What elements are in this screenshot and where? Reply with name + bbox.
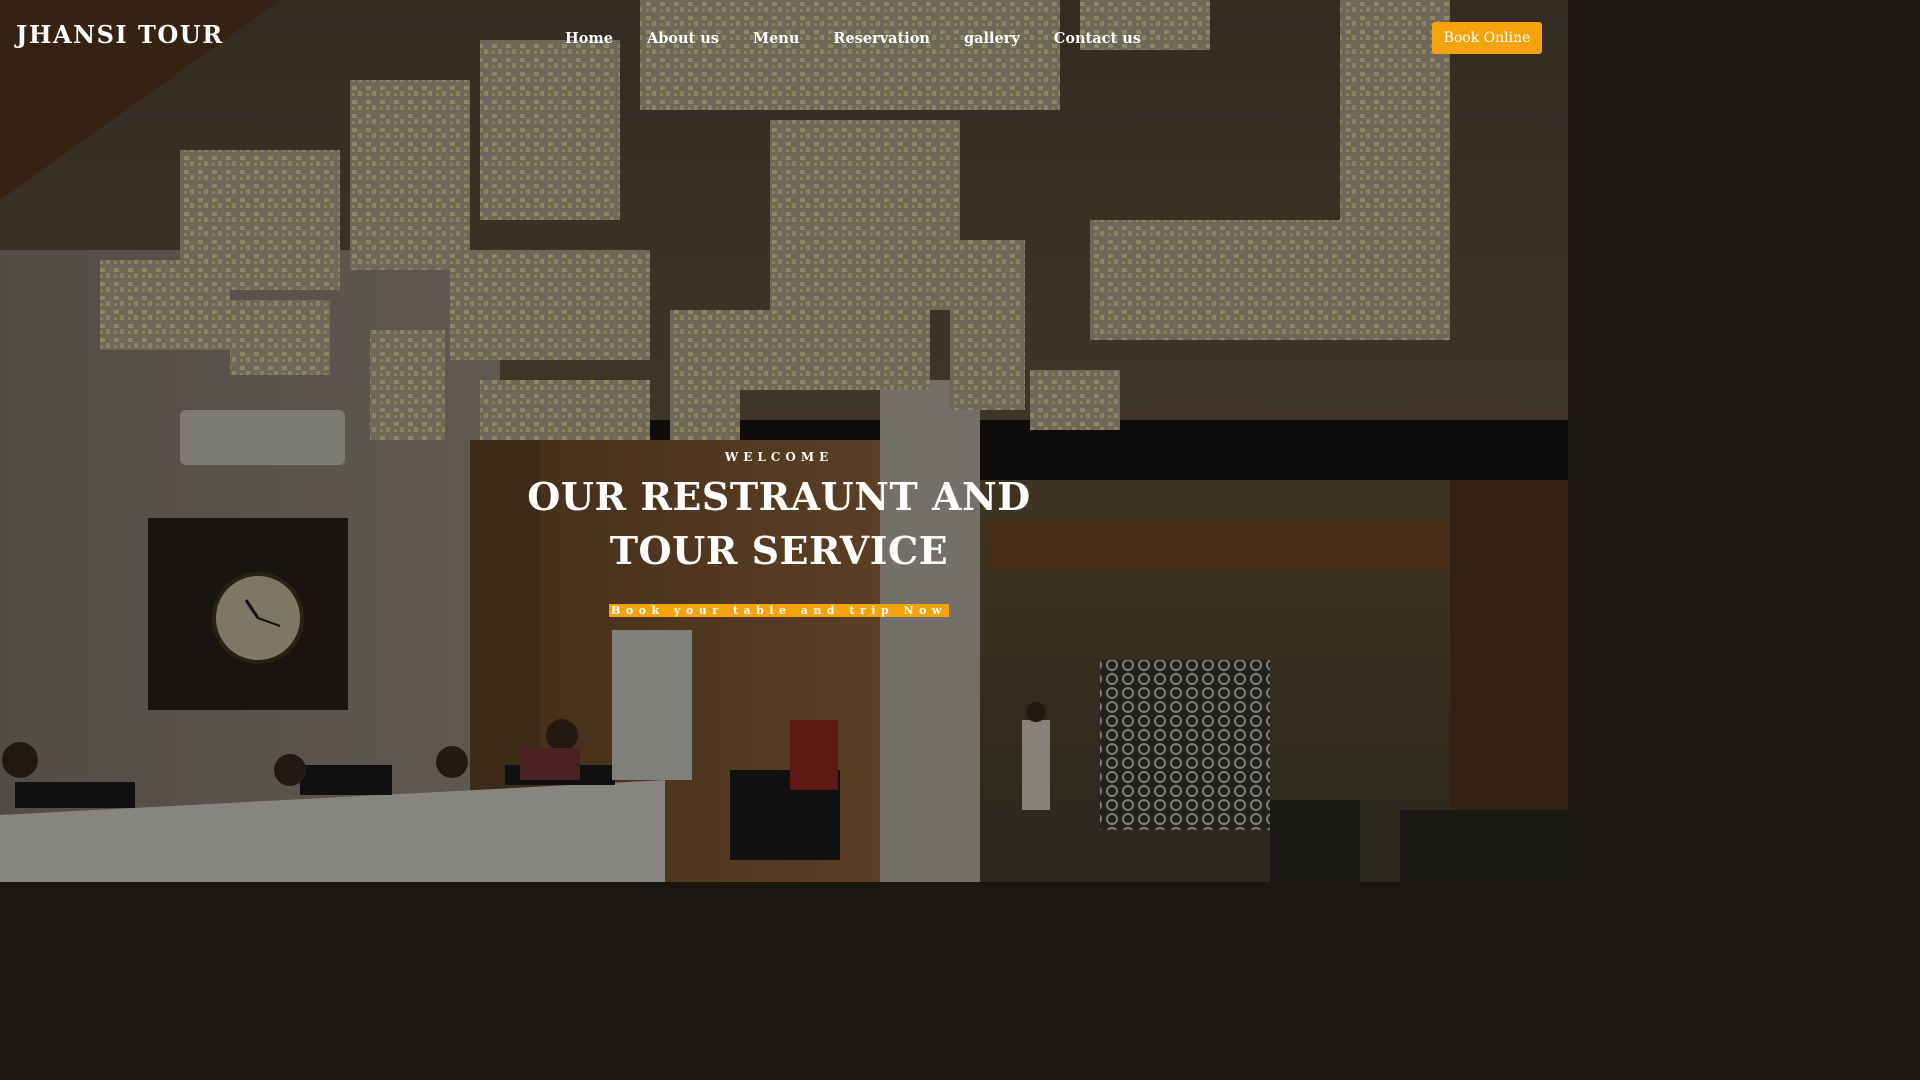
nav-link-menu[interactable]: Menu	[736, 30, 816, 47]
nav-link-contact-us[interactable]: Contact us	[1037, 30, 1158, 47]
hero-section: JHANSI TOUR Home About us Menu Reservati…	[0, 0, 1568, 882]
hero-headline: OUR RESTRAUNT AND TOUR SERVICE	[527, 474, 1031, 573]
nav-menu: Home About us Menu Reservation gallery C…	[548, 30, 1158, 47]
nav-link-reservation[interactable]: Reservation	[816, 30, 947, 47]
nav-link-about-us[interactable]: About us	[630, 30, 736, 47]
hero-content: WELCOME OUR RESTRAUNT AND TOUR SERVICE B…	[0, 448, 1558, 618]
nav-link-gallery[interactable]: gallery	[947, 30, 1037, 47]
dark-overlay	[0, 0, 1568, 882]
brand-logo[interactable]: JHANSI TOUR	[16, 20, 224, 49]
hero-cta-link[interactable]: Book your table and trip Now	[609, 604, 949, 617]
book-online-button[interactable]: Book Online	[1432, 22, 1542, 54]
hero-eyebrow: WELCOME	[724, 450, 834, 464]
navbar: JHANSI TOUR Home About us Menu Reservati…	[0, 0, 1568, 78]
nav-link-home[interactable]: Home	[548, 30, 630, 47]
